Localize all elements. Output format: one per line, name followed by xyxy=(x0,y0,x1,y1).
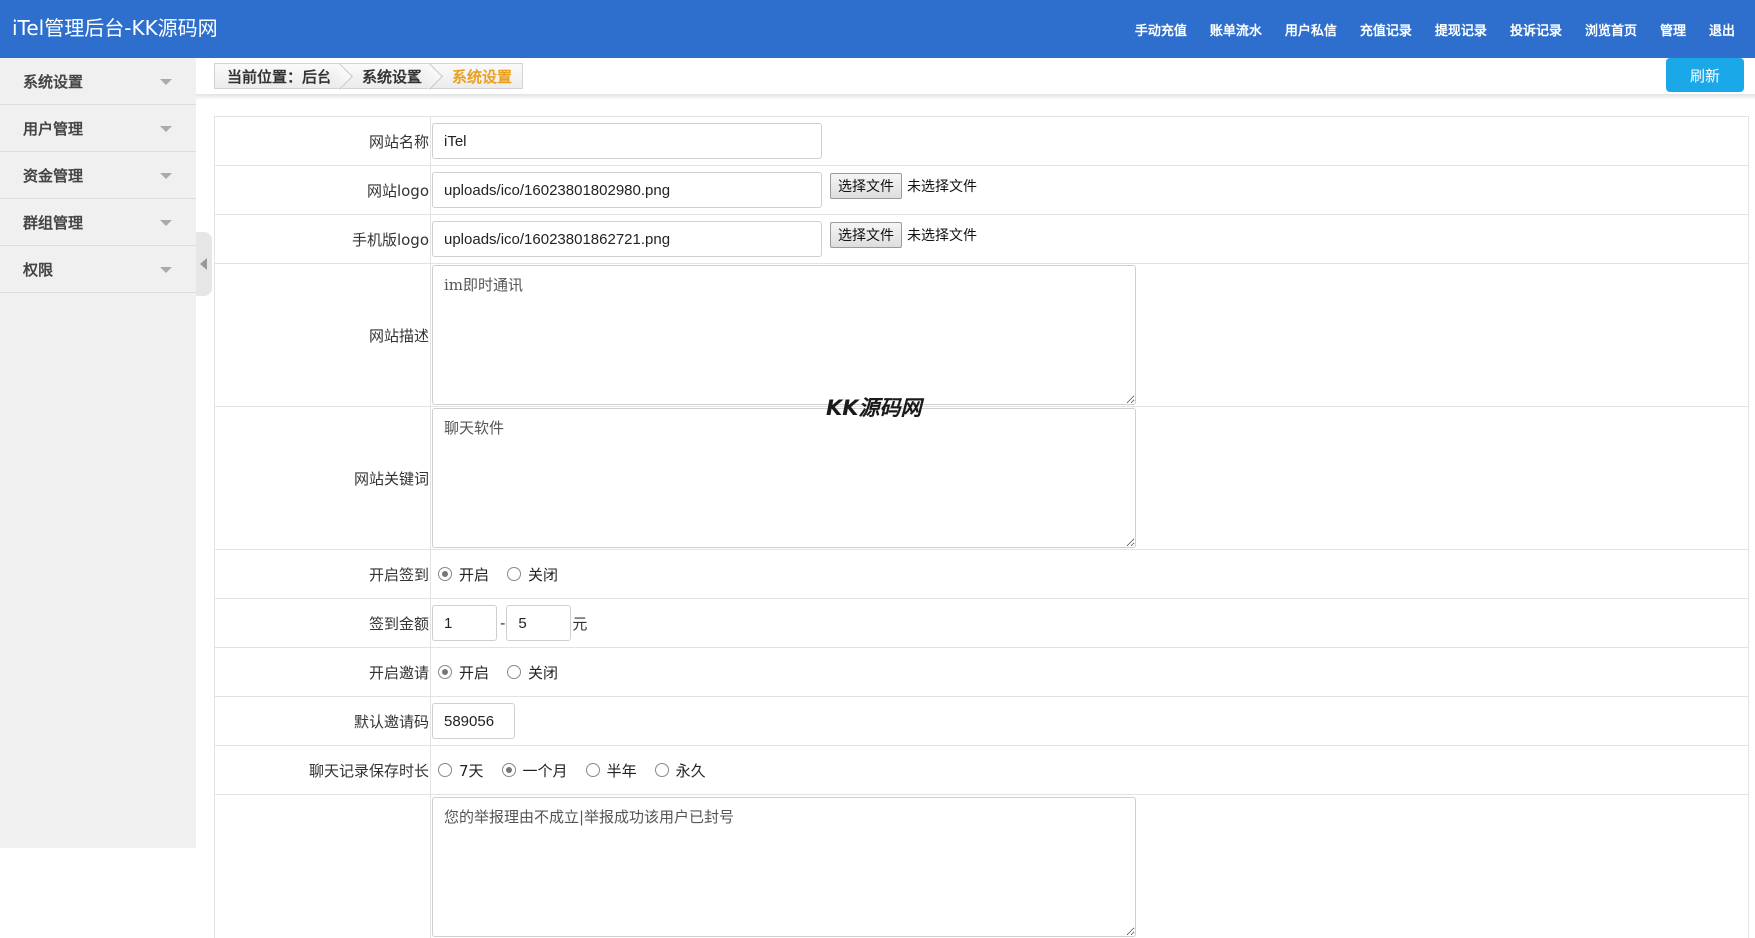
form-row-invite-code: 默认邀请码 xyxy=(215,697,1748,746)
form-row-invite: 开启邀请 开启 关闭 xyxy=(215,648,1748,697)
mobile-logo-label: 手机版logo xyxy=(215,215,431,263)
form-row-site-name: 网站名称 xyxy=(215,117,1748,166)
sidebar-item-system-settings[interactable]: 系统设置 xyxy=(0,58,196,105)
sidebar-item-label: 权限 xyxy=(23,260,54,279)
sidebar-item-label: 资金管理 xyxy=(23,166,84,185)
checkin-option-off[interactable]: 关闭 xyxy=(501,564,558,585)
radio-unchecked-icon[interactable] xyxy=(507,665,522,679)
radio-checked-icon[interactable] xyxy=(501,763,516,777)
checkin-amount-label: 签到金额 xyxy=(215,599,431,647)
breadcrumb-prefix: 当前位置：后台 xyxy=(215,64,342,88)
nav-manage[interactable]: 管理 xyxy=(1660,20,1686,39)
breadcrumb-shadow xyxy=(196,94,1755,100)
sidebar-item-permissions[interactable]: 权限 xyxy=(0,246,196,293)
nav-withdraw-records[interactable]: 提现记录 xyxy=(1435,20,1487,39)
retention-option-7-days[interactable]: 7天 xyxy=(432,760,484,781)
breadcrumb-level-1[interactable]: 系统设置 xyxy=(342,64,432,88)
form-row-site-keywords: 网站关键词 聊天软件 xyxy=(215,407,1748,550)
sidebar: 系统设置 用户管理 资金管理 群组管理 权限 xyxy=(0,58,196,848)
report-reply-textarea[interactable]: 您的举报理由不成立|举报成功该用户已封号 xyxy=(432,797,1136,937)
chat-retention-label: 聊天记录保存时长 xyxy=(215,746,431,794)
invite-code-input[interactable] xyxy=(432,703,515,739)
radio-unchecked-icon[interactable] xyxy=(438,763,452,777)
mobile-logo-file-status: 未选择文件 xyxy=(907,227,977,244)
radio-unchecked-icon[interactable] xyxy=(585,763,600,777)
refresh-button[interactable]: 刷新 xyxy=(1666,58,1744,92)
sidebar-item-label: 用户管理 xyxy=(23,119,84,138)
form-row-report-reply: 您的举报理由不成立|举报成功该用户已封号 xyxy=(215,795,1748,938)
settings-form: 网站名称 网站logo 选择文件 未选择文件 手机版logo 选择文件 未选择文… xyxy=(214,116,1749,938)
form-row-checkin-amount: 签到金额 - 元 xyxy=(215,599,1748,648)
chevron-down-icon xyxy=(160,267,172,273)
checkin-option-on[interactable]: 开启 xyxy=(432,564,489,585)
chevron-down-icon xyxy=(160,126,172,132)
chevron-down-icon xyxy=(160,220,172,226)
nav-bill-flow[interactable]: 账单流水 xyxy=(1210,20,1262,39)
sidebar-item-group-management[interactable]: 群组管理 xyxy=(0,199,196,246)
form-row-checkin: 开启签到 开启 关闭 xyxy=(215,550,1748,599)
mobile-logo-choose-file-button[interactable]: 选择文件 xyxy=(830,221,902,248)
radio-unchecked-icon[interactable] xyxy=(654,763,669,777)
watermark-text: KK源码网 xyxy=(826,396,922,420)
top-nav: 手动充值 账单流水 用户私信 充值记录 提现记录 投诉记录 浏览首页 管理 退出 xyxy=(1135,0,1735,58)
site-keywords-label: 网站关键词 xyxy=(215,407,431,549)
site-description-label: 网站描述 xyxy=(215,264,431,406)
site-name-input[interactable] xyxy=(432,123,822,159)
form-row-chat-retention: 聊天记录保存时长 7天 一个月 半年 永久 xyxy=(215,746,1748,795)
site-logo-path-input[interactable] xyxy=(432,172,822,208)
site-logo-label: 网站logo xyxy=(215,166,431,214)
nav-manual-recharge[interactable]: 手动充值 xyxy=(1135,20,1187,39)
sidebar-collapse-toggle[interactable] xyxy=(196,232,212,296)
invite-option-on[interactable]: 开启 xyxy=(432,662,489,683)
amount-unit: 元 xyxy=(572,614,588,633)
site-logo-file-status: 未选择文件 xyxy=(907,178,977,195)
invite-option-off[interactable]: 关闭 xyxy=(501,662,558,683)
site-name-label: 网站名称 xyxy=(215,117,431,165)
nav-logout[interactable]: 退出 xyxy=(1709,20,1735,39)
chevron-down-icon xyxy=(160,79,172,85)
site-logo-choose-file-button[interactable]: 选择文件 xyxy=(830,172,902,199)
form-row-site-description: 网站描述 im即时通讯 xyxy=(215,264,1748,407)
form-row-mobile-logo: 手机版logo 选择文件 未选择文件 xyxy=(215,215,1748,264)
nav-recharge-records[interactable]: 充值记录 xyxy=(1360,20,1412,39)
nav-browse-home[interactable]: 浏览首页 xyxy=(1585,20,1637,39)
nav-complaint-records[interactable]: 投诉记录 xyxy=(1510,20,1562,39)
site-description-textarea[interactable]: im即时通讯 xyxy=(432,265,1136,405)
top-header: iTel管理后台-KK源码网 手动充值 账单流水 用户私信 充值记录 提现记录 … xyxy=(0,0,1755,58)
app-title: iTel管理后台-KK源码网 xyxy=(12,16,218,40)
retention-option-half-year[interactable]: 半年 xyxy=(580,760,637,781)
retention-option-forever[interactable]: 永久 xyxy=(649,760,706,781)
mobile-logo-path-input[interactable] xyxy=(432,221,822,257)
retention-option-one-month[interactable]: 一个月 xyxy=(496,760,568,781)
checkin-label: 开启签到 xyxy=(215,550,431,598)
sidebar-item-fund-management[interactable]: 资金管理 xyxy=(0,152,196,199)
chevron-down-icon xyxy=(160,173,172,179)
radio-unchecked-icon[interactable] xyxy=(507,567,522,581)
nav-user-messages[interactable]: 用户私信 xyxy=(1285,20,1337,39)
report-reply-label xyxy=(215,795,431,938)
checkin-amount-min-input[interactable] xyxy=(432,605,497,641)
invite-code-label: 默认邀请码 xyxy=(215,697,431,745)
breadcrumb: 当前位置：后台 系统设置 系统设置 xyxy=(214,63,524,89)
radio-checked-icon[interactable] xyxy=(438,665,452,679)
amount-range-dash: - xyxy=(500,614,506,632)
radio-checked-icon[interactable] xyxy=(438,567,452,581)
checkin-amount-max-input[interactable] xyxy=(506,605,572,641)
chevron-left-icon xyxy=(200,258,207,270)
invite-label: 开启邀请 xyxy=(215,648,431,696)
site-keywords-textarea[interactable]: 聊天软件 xyxy=(432,408,1136,548)
sidebar-item-label: 群组管理 xyxy=(23,213,84,232)
form-row-site-logo: 网站logo 选择文件 未选择文件 xyxy=(215,166,1748,215)
sidebar-item-label: 系统设置 xyxy=(23,72,84,91)
sidebar-item-user-management[interactable]: 用户管理 xyxy=(0,105,196,152)
breadcrumb-current: 系统设置 xyxy=(452,67,513,86)
